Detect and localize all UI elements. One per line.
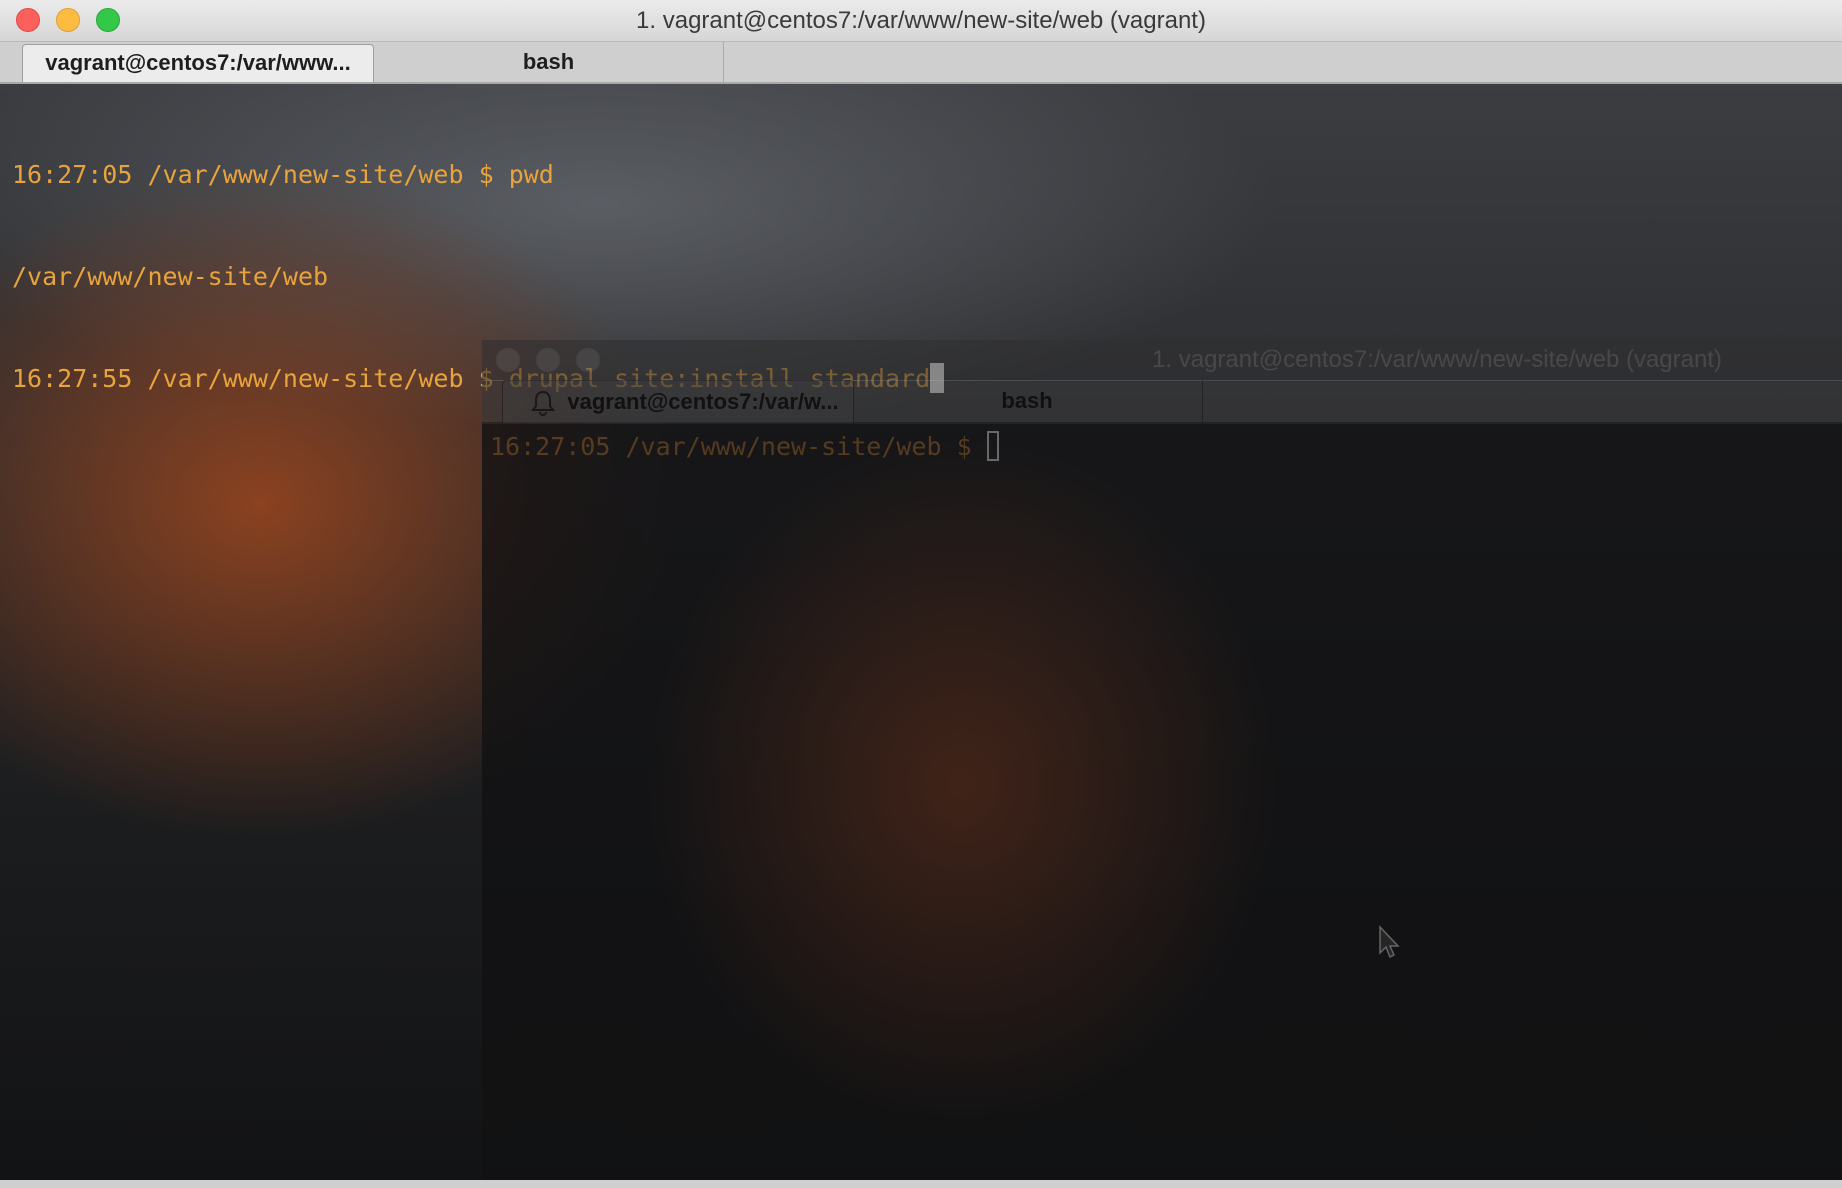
background-tab-bash[interactable]: bash — [852, 380, 1203, 422]
background-text-cursor — [986, 431, 999, 461]
terminal-window: 1. vagrant@centos7:/var/www/new-site/web… — [0, 0, 1842, 1188]
background-title-bar[interactable]: 1. vagrant@centos7:/var/www/new-site/web… — [482, 340, 1842, 381]
background-terminal-window[interactable]: 1. vagrant@centos7:/var/www/new-site/web… — [482, 340, 1842, 1180]
background-prompt: 16:27:05 /var/www/new-site/web $ — [490, 432, 987, 461]
terminal-line: /var/www/new-site/web — [12, 262, 329, 291]
tab-bar: vagrant@centos7:/var/www... bash — [0, 42, 1842, 84]
window-title: 1. vagrant@centos7:/var/www/new-site/web… — [636, 7, 1206, 34]
background-tab-vagrant[interactable]: vagrant@centos7:/var/w... — [502, 380, 854, 423]
tab-vagrant[interactable]: vagrant@centos7:/var/www... — [22, 44, 374, 82]
background-tab-label: vagrant@centos7:/var/w... — [567, 389, 839, 414]
tab-bash[interactable]: bash — [374, 42, 724, 82]
window-bottom-edge — [0, 1180, 1842, 1188]
title-bar[interactable]: 1. vagrant@centos7:/var/www/new-site/web… — [0, 0, 1842, 42]
terminal-line: 16:27:05 /var/www/new-site/web $ pwd — [12, 160, 554, 189]
bell-icon — [531, 390, 555, 416]
background-terminal-line: 16:27:05 /var/www/new-site/web $ — [490, 430, 999, 464]
background-window-title: 1. vagrant@centos7:/var/www/new-site/web… — [1152, 346, 1722, 373]
mouse-pointer-icon — [1379, 925, 1400, 959]
background-tab-bar: vagrant@centos7:/var/w... bash — [482, 380, 1842, 424]
background-terminal-output[interactable]: 16:27:05 /var/www/new-site/web $ — [482, 424, 1842, 1180]
terminal-output[interactable]: 16:27:05 /var/www/new-site/web $ pwd /va… — [0, 84, 1842, 1184]
